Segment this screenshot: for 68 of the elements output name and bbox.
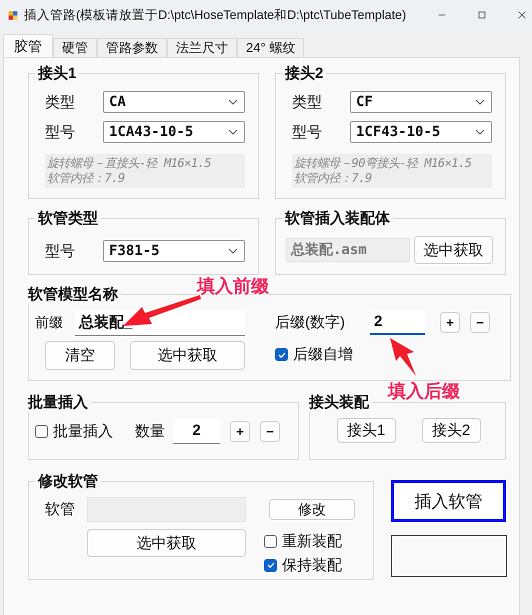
tab[interactable]: 24° 螺纹 — [237, 38, 304, 57]
model-dropdown[interactable]: 1CF43-10-5 — [350, 121, 492, 143]
maximize-icon[interactable] — [478, 9, 486, 21]
chevron-icon — [475, 129, 485, 135]
group-title: 接头装配 — [308, 393, 370, 412]
chevron-icon — [475, 99, 485, 105]
field-label: 后缀(数字) — [275, 313, 346, 332]
annotation-arrow — [388, 336, 418, 378]
tab[interactable]: 胶管 — [3, 34, 53, 57]
group-title: 软管类型 — [36, 209, 99, 228]
count-field[interactable]: 2 — [173, 418, 220, 444]
decrement-button[interactable]: − — [470, 312, 490, 333]
info-text: 旋转螺母－90弯接头-轻 M16×1.5 — [294, 156, 472, 171]
checkbox-label: 保持装配 — [282, 556, 342, 574]
modify-button[interactable]: 修改 — [269, 499, 355, 520]
checkbox[interactable] — [264, 534, 277, 548]
check-icon — [266, 560, 276, 570]
tab[interactable]: 管路参数 — [97, 38, 167, 57]
info-text: 软管内径：7.9 — [47, 171, 126, 186]
assembly-field: 总装配.asm — [286, 238, 410, 262]
model-dropdown[interactable]: F381-5 — [103, 240, 245, 262]
group-title: 接头1 — [36, 64, 78, 83]
field-label: 型号 — [292, 122, 323, 142]
annotation-text: 填入后缀 — [388, 380, 460, 403]
prefix-field[interactable]: 总装配_ — [75, 310, 245, 336]
chevron-icon — [228, 99, 238, 105]
pick-button[interactable]: 选中获取 — [130, 341, 245, 370]
field-label: 型号 — [45, 122, 76, 142]
checkbox-label: 重新装配 — [282, 532, 342, 550]
joint-button[interactable]: 接头1 — [336, 418, 396, 443]
field-label: 软管 — [45, 500, 76, 519]
joint-button[interactable]: 接头2 — [422, 418, 480, 443]
checkbox-label: 后缀自增 — [293, 345, 353, 364]
window-title: 插入管路(模板请放置于D:\ptc\HoseTemplate和D:\ptc\TubeTemplate) — [24, 6, 406, 24]
empty-button[interactable] — [391, 535, 507, 577]
group-title: 软管插入装配体 — [284, 209, 391, 228]
group-title: 软管模型名称 — [26, 285, 119, 304]
type-dropdown[interactable]: CA — [103, 91, 245, 113]
checkbox-label: 批量插入 — [53, 422, 113, 440]
suffix-field[interactable]: 2 — [370, 310, 425, 335]
chevron-icon — [228, 129, 238, 135]
increment-button[interactable]: + — [440, 312, 460, 333]
decrement-button[interactable]: − — [260, 420, 280, 442]
field-label: 类型 — [292, 92, 323, 112]
field-label: 类型 — [45, 92, 76, 112]
group-title: 批量插入 — [26, 393, 89, 412]
info-text: 旋转螺母－直接头-轻 M16×1.5 — [47, 156, 212, 171]
info-text: 软管内径：7.9 — [294, 171, 373, 186]
model-dropdown[interactable]: 1CA43-10-5 — [103, 121, 245, 143]
group-title: 修改软管 — [36, 472, 99, 491]
chevron-icon — [228, 248, 238, 254]
tab[interactable]: 法兰尺寸 — [167, 38, 237, 57]
pick-button[interactable]: 选中获取 — [414, 236, 493, 264]
checkbox[interactable] — [264, 558, 277, 572]
checkbox[interactable] — [275, 348, 288, 361]
clear-button[interactable]: 清空 — [45, 341, 115, 370]
annotation-text: 填入前缀 — [197, 275, 269, 298]
close-icon[interactable] — [518, 9, 526, 21]
insert-button[interactable]: 插入软管 — [391, 480, 506, 522]
checkbox[interactable] — [35, 424, 48, 438]
field-label: 型号 — [45, 242, 76, 260]
group-title: 接头2 — [284, 64, 324, 83]
increment-button[interactable]: + — [230, 420, 250, 442]
pick-button[interactable]: 选中获取 — [87, 529, 246, 557]
tab[interactable]: 硬管 — [53, 38, 97, 57]
field-label: 数量 — [135, 422, 165, 440]
field-label: 前缀 — [35, 314, 64, 332]
type-dropdown[interactable]: CF — [350, 91, 492, 113]
